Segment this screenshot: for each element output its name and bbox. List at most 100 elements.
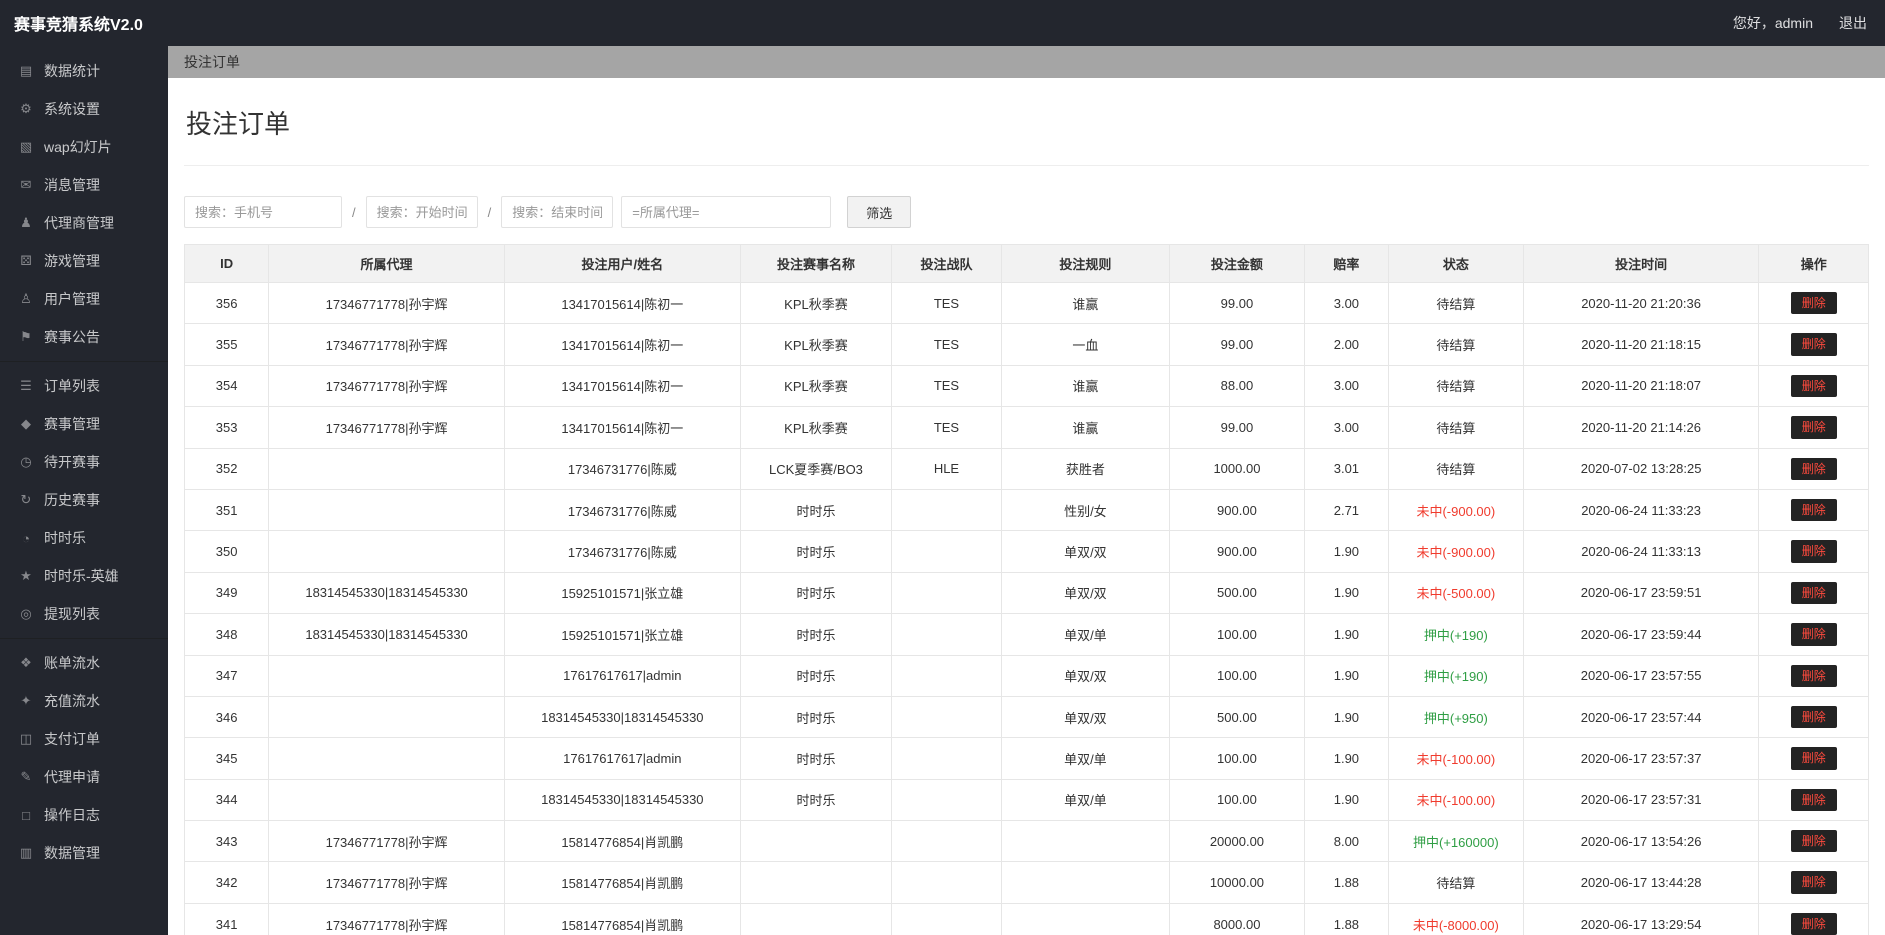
delete-button[interactable]: 删除 xyxy=(1790,457,1837,480)
delete-button[interactable]: 删除 xyxy=(1790,830,1837,853)
sidebar-item-event-mgmt[interactable]: ◆ 赛事管理 xyxy=(0,405,168,443)
table-row: 353 17346771778|孙宇辉 13417015614|陈初一 KPL秋季赛 T… xyxy=(183,406,1869,449)
rule-cell: 谁赢 xyxy=(1000,281,1171,325)
table-row: 345 17617617617|admin 时时乐 单双/单 100.00 1.90 未中(… xyxy=(183,737,1869,780)
delete-button[interactable]: 删除 xyxy=(1790,747,1837,770)
sidebar-item-label: 提现列表 xyxy=(44,606,100,622)
sidebar-item-label: 用户管理 xyxy=(44,291,100,307)
sidebar-item-agent-apply[interactable]: ✎ 代理申请 xyxy=(0,758,168,796)
filter-submit-button[interactable]: 筛选 xyxy=(847,196,912,228)
time-cell: 2020-07-02 13:28:25 xyxy=(1522,447,1760,490)
team-cell xyxy=(891,778,1002,822)
event-cell xyxy=(739,902,893,935)
delete-button[interactable]: 删除 xyxy=(1790,374,1837,398)
status-cell: 未中(-500.00) xyxy=(1387,571,1524,615)
amount-cell: 99.00 xyxy=(1169,323,1305,366)
odds-cell: 1.88 xyxy=(1303,861,1389,904)
sidebar-item-op-logs[interactable]: □ 操作日志 xyxy=(0,796,168,834)
rule-cell: 单双/双 xyxy=(1000,654,1171,697)
logout-link[interactable]: 退出 xyxy=(1839,13,1867,33)
sidebar-item-payment-orders[interactable]: ◫ 支付订单 xyxy=(0,720,168,758)
sidebar-item-settings[interactable]: ⚙ 系统设置 xyxy=(0,90,168,128)
sidebar-item-bill-flow[interactable]: ❖ 账单流水 xyxy=(0,644,168,682)
delete-button[interactable]: 删除 xyxy=(1790,333,1837,356)
gear-icon: ⚙ xyxy=(20,101,32,116)
odds-cell: 1.88 xyxy=(1303,902,1389,935)
agent-cell: 17346771778|孙宇辉 xyxy=(268,364,505,408)
column-header: 投注时间 xyxy=(1522,244,1760,283)
odds-cell: 1.90 xyxy=(1303,737,1389,780)
table-row: 347 17617617617|admin 时时乐 单双/双 100.00 1.90 押中(… xyxy=(183,654,1869,697)
sidebar-item-upcoming-events[interactable]: ◷ 待开赛事 xyxy=(0,443,168,481)
sidebar-item-label: 代理商管理 xyxy=(44,215,114,231)
sidebar-item-label: 历史赛事 xyxy=(44,492,100,508)
agent-filter-input[interactable] xyxy=(621,196,832,228)
user-cell: 15814776854|肖凯鹏 xyxy=(503,902,741,935)
user-cell: 18314545330|18314545330 xyxy=(503,778,741,822)
flag-icon: ⚑ xyxy=(20,329,32,344)
sidebar-item-announcements[interactable]: ⚑ 赛事公告 xyxy=(0,318,168,356)
app-title: 赛事竞猜系统V2.0 xyxy=(14,17,143,34)
sidebar-item-games[interactable]: ⚄ 游戏管理 xyxy=(0,242,168,280)
recharge-icon: ✦ xyxy=(20,693,32,708)
id-cell: 352 xyxy=(183,447,270,490)
table-row: 354 17346771778|孙宇辉 13417015614|陈初一 KPL秋季赛 T… xyxy=(183,364,1869,408)
delete-button[interactable]: 删除 xyxy=(1790,498,1837,522)
sidebar-item-order-list[interactable]: ☰ 订单列表 xyxy=(0,367,168,405)
delete-button[interactable]: 删除 xyxy=(1790,912,1837,935)
odds-cell: 2.71 xyxy=(1303,488,1389,532)
rule-cell: 单双/双 xyxy=(1000,571,1171,615)
sidebar-item-wap-slides[interactable]: ▧ wap幻灯片 xyxy=(0,128,168,166)
odds-cell: 1.90 xyxy=(1303,695,1389,739)
sidebar-item-agents[interactable]: ♟ 代理商管理 xyxy=(0,204,168,242)
amount-cell: 20000.00 xyxy=(1169,820,1305,863)
sidebar-item-label: 赛事公告 xyxy=(44,329,100,345)
delete-button[interactable]: 删除 xyxy=(1790,664,1837,687)
user-cell: 17617617617|admin xyxy=(503,654,741,697)
sidebar-divider xyxy=(0,361,168,362)
delete-button[interactable]: 删除 xyxy=(1790,871,1837,894)
sidebar-item-data-mgmt[interactable]: ▥ 数据管理 xyxy=(0,834,168,872)
orders-table: ID 所属代理 投注用户/姓名 投注赛事名称 投注战队 投注规则 投注金额 赔率 状态 投注时间操… xyxy=(183,244,1869,935)
table-row: 356 17346771778|孙宇辉 13417015614|陈初一 KPL秋季赛 T… xyxy=(183,281,1869,325)
delete-button[interactable]: 删除 xyxy=(1790,416,1837,439)
game-icon: ⚄ xyxy=(20,253,32,268)
action-cell: 删除 xyxy=(1758,406,1869,449)
delete-button[interactable]: 删除 xyxy=(1790,705,1837,729)
amount-cell: 100.00 xyxy=(1169,613,1305,656)
agent-cell: 17346771778|孙宇辉 xyxy=(268,861,505,904)
agent-cell xyxy=(268,695,505,739)
amount-cell: 99.00 xyxy=(1169,281,1305,325)
table-row: 348 18314545330|18314545330 15925101571|张立… xyxy=(183,613,1869,656)
action-cell: 删除 xyxy=(1758,447,1869,490)
topbar-user-area: 您好，admin 退出 xyxy=(1733,13,1885,33)
list-icon: ☰ xyxy=(20,378,32,393)
delete-button[interactable]: 删除 xyxy=(1790,788,1837,812)
delete-button[interactable]: 删除 xyxy=(1790,540,1837,563)
search-start-time-input[interactable] xyxy=(365,196,478,228)
sidebar-item-shishile-hero[interactable]: ★ 时时乐-英雄 xyxy=(0,557,168,595)
delete-button[interactable]: 删除 xyxy=(1790,292,1837,315)
user-cell: 17346731776|陈威 xyxy=(503,447,741,490)
sidebar-item-stats[interactable]: ▤ 数据统计 xyxy=(0,52,168,90)
bill-icon: ❖ xyxy=(20,655,32,670)
delete-button[interactable]: 删除 xyxy=(1790,581,1837,605)
team-cell xyxy=(891,737,1002,780)
sidebar-item-withdrawals[interactable]: ◎ 提现列表 xyxy=(0,595,168,633)
amount-cell: 500.00 xyxy=(1169,571,1305,615)
sidebar-item-users[interactable]: ♙ 用户管理 xyxy=(0,280,168,318)
event-cell: LCK夏季赛/BO3 xyxy=(739,447,893,490)
id-cell: 344 xyxy=(183,778,270,822)
search-phone-input[interactable] xyxy=(184,196,342,228)
delete-button[interactable]: 删除 xyxy=(1790,623,1837,646)
sidebar-item-messages[interactable]: ✉ 消息管理 xyxy=(0,166,168,204)
status-cell: 未中(-900.00) xyxy=(1387,488,1524,532)
sidebar-item-shishile[interactable]: ◔ 时时乐 xyxy=(0,519,168,557)
team-cell xyxy=(891,861,1002,904)
search-end-time-input[interactable] xyxy=(501,196,614,228)
rule-cell: 一血 xyxy=(1000,323,1171,366)
sidebar-item-label: 数据管理 xyxy=(44,845,100,861)
sidebar-item-recharge-flow[interactable]: ✦ 充值流水 xyxy=(0,682,168,720)
table-row: 350 17346731776|陈威 时时乐 单双/双 900.00 1.90 未中(-90… xyxy=(183,530,1869,573)
sidebar-item-history-events[interactable]: ↻ 历史赛事 xyxy=(0,481,168,519)
